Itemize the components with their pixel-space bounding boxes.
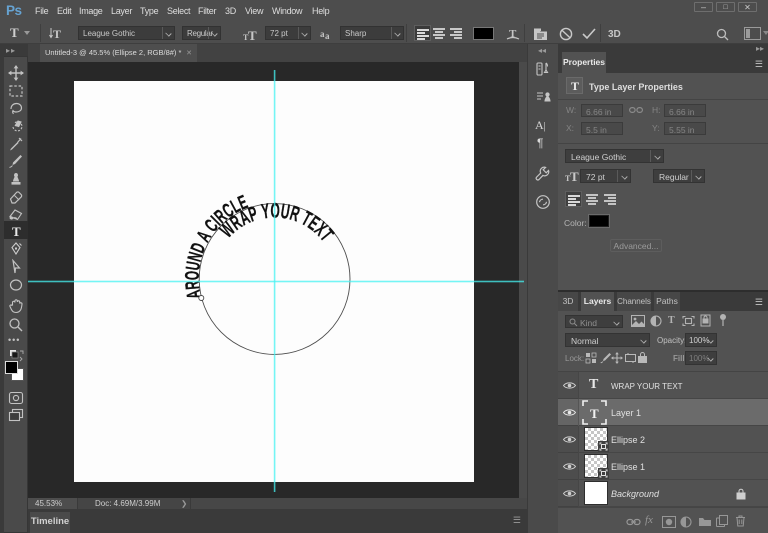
- svg-text:Y: Y: [260, 199, 271, 223]
- svg-text:T: T: [570, 169, 579, 182]
- svg-text:T: T: [590, 406, 599, 421]
- svg-text:T: T: [53, 27, 61, 41]
- svg-text:T: T: [12, 224, 21, 239]
- svg-text:T: T: [248, 28, 257, 41]
- svg-text:a: a: [325, 31, 330, 40]
- svg-text:O: O: [182, 271, 204, 281]
